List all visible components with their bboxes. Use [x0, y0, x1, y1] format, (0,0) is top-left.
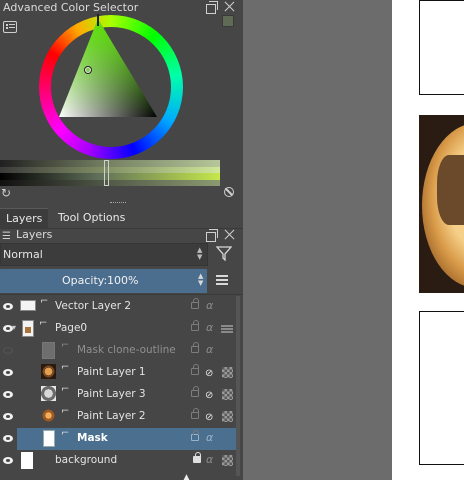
onion-skin-icon[interactable]: ⊘	[205, 368, 213, 379]
layer-thumbnail	[20, 300, 36, 311]
close-panel-icon[interactable]	[224, 1, 235, 12]
layer-row[interactable]: ⌐ Paint Layer 1 ⊘	[0, 362, 236, 384]
paint-layer-icon: ⌐	[61, 406, 70, 417]
hamburger-menu-icon[interactable]	[216, 275, 228, 277]
lock-icon[interactable]	[191, 386, 199, 397]
collapse-arrow-icon[interactable]: ▾	[12, 323, 16, 332]
layer-thumbnail	[43, 430, 55, 447]
alpha-lock-icon[interactable]: α	[206, 453, 213, 466]
lock-icon[interactable]	[191, 342, 199, 353]
paint-layer-icon: ⌐	[61, 384, 70, 395]
splitter-handle[interactable]	[110, 202, 126, 204]
layer-name: Mask	[77, 432, 108, 444]
alpha-lock-icon[interactable]: α	[206, 343, 213, 356]
reset-icon[interactable]: ↻	[1, 186, 11, 200]
selector-settings-icon[interactable]	[3, 21, 17, 33]
layer-name: background	[55, 454, 118, 466]
inherit-alpha-icon[interactable]	[222, 389, 233, 400]
layer-list-scrollbar[interactable]	[236, 296, 240, 476]
layer-row[interactable]: ⌐ Vector Layer 2 α	[0, 296, 236, 318]
canvas-background: ▲	[183, 0, 392, 480]
layer-name: Page0	[55, 322, 88, 334]
tab-tool-options[interactable]: Tool Options	[52, 208, 131, 228]
layer-name: Vector Layer 2	[55, 300, 132, 312]
float-panel-icon[interactable]	[206, 1, 218, 14]
alpha-lock-icon[interactable]: α	[206, 321, 213, 334]
lock-icon[interactable]	[191, 298, 199, 309]
visibility-eye-icon[interactable]	[3, 413, 13, 420]
paint-layer-icon: ⌐	[61, 428, 70, 439]
tab-layers[interactable]: Layers	[0, 208, 49, 228]
layer-thumbnail	[21, 452, 33, 469]
blend-mode-value: Normal	[3, 248, 43, 261]
lock-icon[interactable]	[191, 364, 199, 375]
document-canvas[interactable]	[392, 0, 464, 480]
inherit-alpha-icon[interactable]	[222, 411, 233, 422]
layer-thumbnail	[41, 386, 56, 401]
hue-ring-triangle[interactable]	[38, 14, 184, 160]
comic-panel-bottom	[419, 311, 464, 465]
inherit-alpha-icon[interactable]	[222, 367, 233, 378]
vector-layer-icon: ⌐	[40, 296, 49, 307]
layers-panel-icon: ☰	[2, 231, 11, 242]
shade-selector-bars[interactable]	[0, 160, 220, 186]
current-color-swatch[interactable]	[222, 15, 234, 27]
float-layers-icon[interactable]	[206, 229, 218, 242]
locked-icon[interactable]	[193, 452, 201, 463]
lock-icon[interactable]	[191, 408, 199, 419]
opacity-stepper-icon[interactable]: ▲ ▼	[198, 273, 203, 287]
visibility-eye-icon[interactable]	[3, 303, 13, 310]
lock-icon[interactable]	[191, 320, 199, 331]
layer-thumbnail	[22, 320, 34, 337]
layer-row[interactable]: background α	[0, 450, 236, 472]
layer-thumbnail	[41, 408, 56, 423]
group-layer-icon: ⌐	[39, 318, 48, 329]
opacity-value: 100%	[107, 274, 139, 287]
onion-skin-icon[interactable]: ⊘	[205, 390, 213, 401]
layer-thumbnail	[41, 364, 56, 379]
visibility-eye-icon[interactable]	[3, 369, 13, 376]
visibility-eye-icon[interactable]	[3, 435, 13, 442]
opacity-label: Opacity:	[62, 274, 108, 287]
passthrough-icon[interactable]	[221, 325, 233, 334]
paint-layer-icon: ⌐	[61, 362, 70, 373]
visibility-eye-icon[interactable]	[3, 391, 13, 398]
clear-icon[interactable]	[224, 187, 234, 197]
layer-row[interactable]: ⌐ Paint Layer 2 ⊘	[0, 406, 236, 428]
filter-icon[interactable]	[216, 245, 232, 261]
blend-mode-select[interactable]: Normal ▲ ▼	[0, 243, 208, 266]
layer-row[interactable]: ▾ ⌐ Page0 α	[0, 318, 236, 340]
clone-layer-icon: ⌐	[61, 340, 70, 351]
layer-name: Paint Layer 1	[77, 366, 146, 378]
visibility-eye-icon[interactable]	[3, 347, 13, 354]
alpha-lock-icon[interactable]: α	[206, 431, 213, 444]
visibility-eye-icon[interactable]	[3, 457, 13, 464]
alpha-lock-icon[interactable]: α	[206, 299, 213, 312]
color-selector-title: Advanced Color Selector	[3, 1, 139, 14]
comic-panel-top	[419, 0, 464, 95]
inherit-alpha-icon[interactable]	[222, 455, 233, 466]
layer-name: Mask clone-outline	[77, 344, 176, 356]
onion-skin-icon[interactable]: ⊘	[205, 412, 213, 423]
layer-name: Paint Layer 3	[77, 388, 146, 400]
layer-name: Paint Layer 2	[77, 410, 146, 422]
left-dock: Advanced Color Selector ↻ Layers Tool Op…	[0, 0, 243, 480]
close-layers-icon[interactable]	[224, 229, 235, 240]
layer-row[interactable]: ⌐ Paint Layer 3 ⊘	[0, 384, 236, 406]
mouse-cursor-icon: ▲	[183, 473, 190, 480]
comic-panel-artwork	[419, 115, 464, 293]
layer-thumbnail	[42, 342, 55, 359]
chevron-updown-icon: ▲ ▼	[197, 246, 203, 261]
layers-panel-title: Layers	[16, 228, 53, 241]
layer-row[interactable]: ⌐ Mask clone-outline α	[0, 340, 236, 362]
lock-icon[interactable]	[191, 430, 199, 441]
opacity-slider[interactable]: Opacity: 100% ▲ ▼	[0, 269, 207, 293]
layer-row-selected[interactable]: ⌐ Mask α	[0, 428, 236, 450]
